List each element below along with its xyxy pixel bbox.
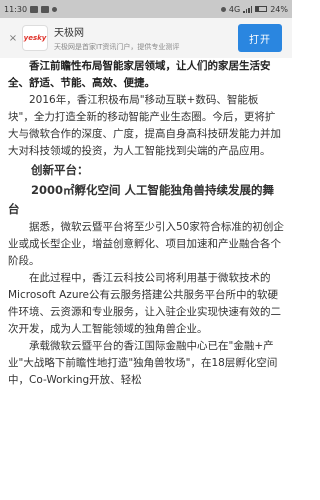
app-logo: yesky: [22, 25, 48, 51]
banner-text: 天极网 天极网是首家IT资讯门户，提供专业测评: [54, 24, 238, 52]
section-heading: 创新平台：: [31, 163, 89, 177]
notification-icon-2: [41, 5, 50, 13]
status-left: 11:30: [4, 4, 58, 14]
alarm-icon: [220, 6, 226, 12]
banner-subtitle: 天极网是首家IT资讯门户，提供专业测评: [54, 43, 180, 51]
close-icon[interactable]: ×: [6, 33, 20, 44]
section-subheading: 2000㎡孵化空间 人工智能独角兽持续发展的舞台: [8, 183, 275, 216]
notification-dot-icon: [52, 6, 58, 12]
notification-icon: [30, 5, 39, 13]
status-bar: 11:30 4G 24%: [0, 0, 292, 18]
status-time: 11:30: [4, 4, 28, 14]
article-body: 香江前瞻性布局智能家居领域，让人们的家居生活安全、舒适、节能、高效、便捷。 20…: [0, 58, 292, 389]
article-paragraph: 据悉，微软云暨平台将至少引入50家符合标准的初创企业或成长型企业，增益创意孵化、…: [8, 221, 284, 267]
banner-title: 天极网: [54, 28, 84, 39]
article-paragraph: 在此过程中，香江云科技公司将利用基于微软技术的Microsoft Azure公有…: [8, 272, 281, 335]
network-type: 4G: [228, 4, 241, 14]
battery-level: 24%: [270, 4, 288, 14]
battery-icon: [255, 6, 268, 12]
signal-icon: [243, 5, 253, 13]
app-download-banner: × yesky 天极网 天极网是首家IT资讯门户，提供专业测评 打开: [0, 18, 292, 58]
article-paragraph: 香江前瞻性布局智能家居领域，让人们的家居生活安全、舒适、节能、高效、便捷。: [8, 60, 271, 89]
article-paragraph: 承载微软云暨平台的香江国际金融中心已在"金融+产业"大战略下前瞻性地打造"独角兽…: [8, 340, 278, 386]
article-paragraph: 2016年，香江积极布局"移动互联+数码、智能板块"，全力打造全新的移动智能产业…: [8, 94, 281, 157]
status-right: 4G 24%: [220, 4, 288, 14]
open-app-button[interactable]: 打开: [238, 24, 282, 52]
